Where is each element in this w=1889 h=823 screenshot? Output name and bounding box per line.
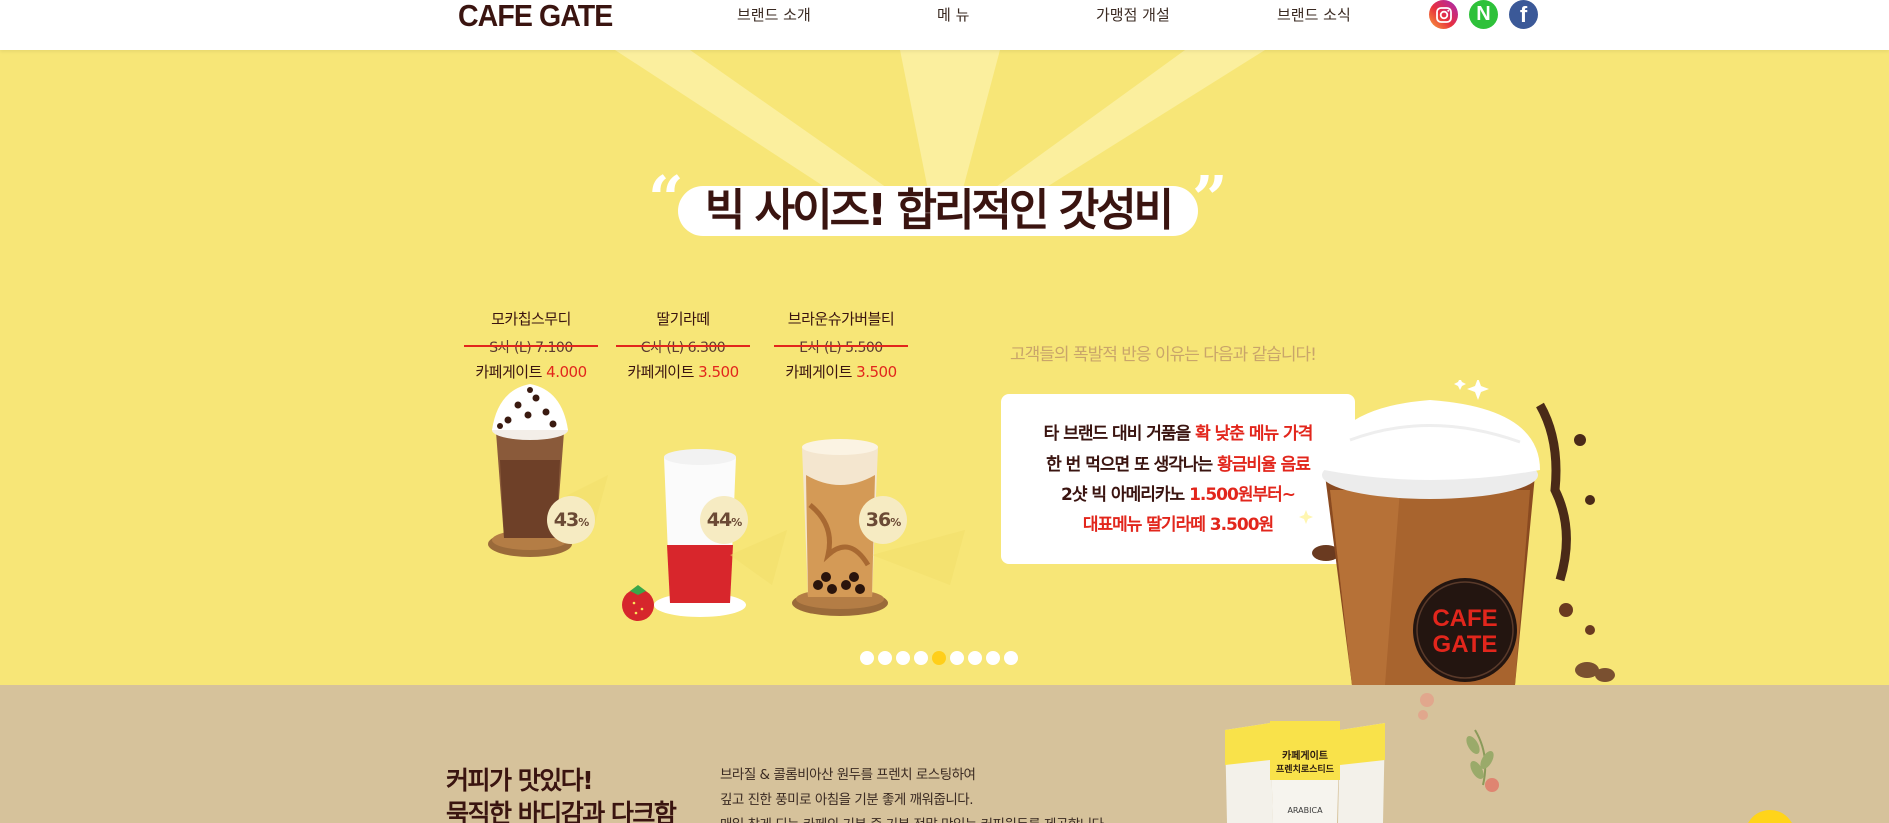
slider-dot[interactable] [1004,651,1018,665]
beans-desc-line-1: 브라질 & 콜롬비아산 원두를 프렌치 로스팅하여 [720,767,976,783]
competitor-price-value: 6.300 [687,340,726,356]
mocha-chip-smoothie-image [488,384,608,557]
logo[interactable]: CAFE GATE [458,0,613,34]
slider-dot[interactable] [968,651,982,665]
strike-line [774,345,908,347]
reason-text: 타 브랜드 대비 거품을 [1043,424,1196,444]
slider-dot[interactable] [914,651,928,665]
facebook-icon[interactable]: f [1509,0,1538,29]
cafegate-price: 카페게이트 4.000 [470,361,592,382]
beans-desc-line-3: 매일 찾게 되는 카페의 기본 중 기본 정말 맛있는 커피원두를 제공합니다. [720,813,1108,823]
naver-icon[interactable]: N [1469,0,1498,29]
slider-pagination [860,651,1018,665]
strike-line [464,345,598,347]
competitor-label: S사 (L) [489,340,532,356]
product-brown-sugar-bubble-tea[interactable]: 브라운슈가버블티 E사 (L) 5.500 카페게이트 3.500 [774,308,908,382]
competitor-price: S사 (L) 7.100 [464,337,598,357]
slider-dot[interactable] [896,651,910,665]
slider-dot[interactable] [878,651,892,665]
reason-text: 2샷 빅 아메리카노 [1060,485,1190,505]
beans-title-line-2: 묵직한 바디감과 다크함 [446,799,677,823]
instagram-glyph [1435,6,1452,23]
bag-label-roast: 프렌치로스티드 [1276,763,1335,775]
nav-brand-intro[interactable]: 브랜드 소개 [737,4,811,25]
competitor-price-value: 7.100 [535,340,573,356]
discount-value: 43 [553,509,579,531]
coffee-bags-image: 카페게이트 프렌치로스티드 ARABICA [1225,693,1499,823]
product-strawberry-latte[interactable]: 딸기라떼 C사 (L) 6.300 카페게이트 3.500 [616,308,750,382]
discount-value: 36 [865,509,891,531]
bag-label-brand: 카페게이트 [1282,749,1328,762]
cafegate-price-value: 3.500 [856,363,897,381]
cup-logo-line-1: CAFE [1432,605,1497,632]
competitor-price-value: 5.500 [845,340,883,356]
discount-badge: 44% [700,496,748,544]
cafegate-price: 카페게이트 3.500 [780,361,902,382]
strawberry-latte-image [622,449,787,621]
hero-banner: “ ” 빅 사이즈! 합리적인 갓성비 모카칩스무디 S사 (L) 7.100 … [0,50,1889,685]
instagram-icon[interactable] [1429,0,1458,29]
bag-label-arabica: ARABICA [1287,806,1323,815]
floating-top-button[interactable] [1745,810,1795,823]
product-name: 브라운슈가버블티 [787,310,895,328]
cafegate-price-value: 3.500 [698,363,739,381]
strike-line [616,345,750,347]
big-americano-cup-image: CAFE GATE [1299,380,1615,685]
site-header: CAFE GATE 브랜드 소개 메 뉴 가맹점 개설 브랜드 소식 N f [0,0,1889,50]
cup-logo-line-2: GATE [1433,631,1498,658]
cafegate-price-value: 4.000 [546,363,587,381]
discount-value: 44 [706,509,732,531]
competitor-price: E사 (L) 5.500 [774,337,908,357]
discount-badge: 43% [547,496,595,544]
cafegate-label: 카페게이트 [785,363,852,381]
slider-dot[interactable] [986,651,1000,665]
hero-tagline: 고객들의 폭발적 반응 이유는 다음과 같습니다! [1010,345,1317,365]
discount-unit: % [890,516,901,529]
beans-desc-line-2: 깊고 진한 풍미로 아침을 기분 좋게 깨워줍니다. [720,792,974,808]
discount-unit: % [578,516,589,529]
product-mocha-chip[interactable]: 모카칩스무디 S사 (L) 7.100 카페게이트 4.000 [464,308,598,382]
cafegate-label: 카페게이트 [475,363,542,381]
product-name: 모카칩스무디 [491,310,571,328]
reason-highlight: 대표메뉴 딸기라떼 3.500원 [1082,515,1274,535]
slider-dot[interactable] [860,651,874,665]
nav-franchise[interactable]: 가맹점 개설 [1096,4,1170,25]
nav-brand-news[interactable]: 브랜드 소식 [1277,4,1351,25]
competitor-label: C사 (L) [640,340,684,356]
cafegate-label: 카페게이트 [627,363,694,381]
reason-highlight: 1.500원부터~ [1189,485,1296,505]
discount-unit: % [731,516,742,529]
competitor-label: E사 (L) [799,340,842,356]
nav-menu[interactable]: 메 뉴 [937,4,969,25]
beans-title-line-1: 커피가 맛있다! [446,766,594,795]
slider-dot[interactable] [950,651,964,665]
product-name: 딸기라떼 [656,310,710,328]
slider-dot-active[interactable] [932,651,946,665]
coffee-beans-section: 커피가 맛있다! 묵직한 바디감과 다크함 브라질 & 콜롬비아산 원두를 프렌… [0,685,1889,823]
discount-badge: 36% [859,496,907,544]
reason-text: 한 번 먹으면 또 생각나는 [1046,455,1218,475]
competitor-price: C사 (L) 6.300 [616,337,750,357]
hero-headline: 빅 사이즈! 합리적인 갓성비 [704,185,1174,236]
cafegate-price: 카페게이트 3.500 [622,361,744,382]
